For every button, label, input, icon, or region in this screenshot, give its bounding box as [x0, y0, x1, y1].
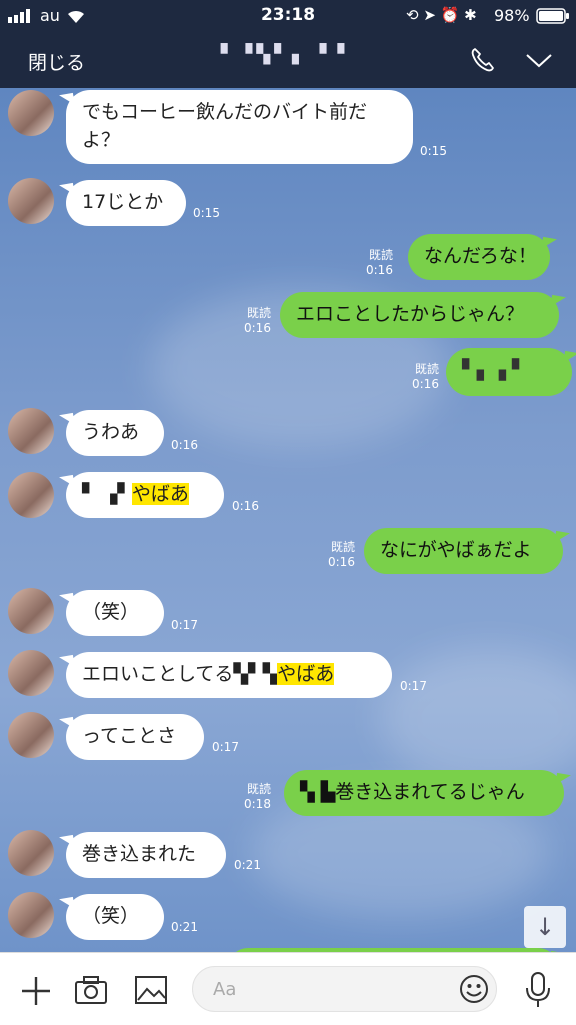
message-time: 0:15 — [420, 144, 447, 158]
message-bubble[interactable]: なにがやばぁだよ — [364, 528, 563, 574]
status-bar: au 23:18 ⟲ ➤ ⏰ ✱ 98% — [0, 0, 576, 32]
highlight-text: やばあ — [131, 483, 189, 505]
message-bubble[interactable]: エロことしたからじゃん？ — [280, 292, 559, 338]
highlight-text: やばあ — [277, 663, 335, 685]
message-bubble[interactable]: エロいことしてる▚▘▚やばあ — [66, 652, 392, 698]
avatar[interactable] — [8, 650, 54, 696]
input-bar: Aa — [0, 952, 576, 1025]
message-time: 0:16 — [171, 438, 198, 452]
message-input[interactable]: Aa — [192, 966, 497, 1012]
message-text: ▚ ▙ — [300, 781, 336, 803]
avatar[interactable] — [8, 830, 54, 876]
camera-icon[interactable] — [74, 975, 108, 1005]
chevron-down-icon[interactable] — [524, 50, 554, 70]
message-time: 0:21 — [234, 858, 261, 872]
message-time: 0:17 — [400, 679, 427, 693]
read-receipt: 既読 0:16 — [412, 362, 439, 391]
battery-percent: 98% — [494, 6, 530, 25]
message-bubble[interactable]: ▚ ▙巻き込まれてるじゃん — [284, 770, 564, 816]
plus-icon[interactable] — [20, 975, 52, 1007]
phone-icon[interactable] — [468, 46, 496, 74]
microphone-icon[interactable] — [524, 971, 552, 1009]
message-bubble[interactable]: でもコーヒー飲んだのバイト前だ よ？ — [66, 90, 413, 164]
message-text: エロいことしてる▚▘▚ — [82, 663, 278, 685]
message-bubble[interactable]: （笑） — [66, 894, 164, 940]
message-time: 0:21 — [171, 920, 198, 934]
avatar[interactable] — [8, 90, 54, 136]
message-bubble[interactable]: 17じとか — [66, 180, 186, 226]
arrow-down-icon[interactable]: ↓ — [524, 906, 566, 948]
input-placeholder: Aa — [213, 979, 237, 1000]
message-bubble[interactable]: （笑） — [66, 590, 164, 636]
message-bubble[interactable]: ってことさ — [66, 714, 204, 760]
message-text: ▘ ▗▘ — [82, 483, 132, 505]
read-receipt: 既読 0:18 — [244, 782, 271, 811]
image-icon[interactable] — [134, 975, 168, 1005]
emoji-icon[interactable] — [459, 974, 489, 1004]
status-icons: ⟲ ➤ ⏰ ✱ — [406, 6, 477, 24]
clock: 23:18 — [260, 5, 316, 25]
read-receipt: 既読 0:16 — [366, 248, 393, 277]
avatar[interactable] — [8, 178, 54, 224]
avatar[interactable] — [8, 408, 54, 454]
chat-header: 閉じる ▘▝▚▘▖ ▘▘ — [0, 32, 576, 88]
message-time: 0:16 — [232, 499, 259, 513]
avatar[interactable] — [8, 712, 54, 758]
message-bubble[interactable]: ▘▖▗ ▘ — [446, 348, 572, 396]
message-bubble[interactable]: 巻き込まれた — [66, 832, 226, 878]
message-bubble[interactable]: ▘ ▗▘やばあ — [66, 472, 224, 518]
message-bubble[interactable]: うわあ — [66, 410, 164, 456]
read-receipt: 既読 0:16 — [244, 306, 271, 335]
avatar[interactable] — [8, 588, 54, 634]
message-text: 巻き込まれてるじゃん — [335, 781, 525, 803]
message-time: 0:17 — [171, 618, 198, 632]
avatar[interactable] — [8, 472, 54, 518]
message-time: 0:15 — [193, 206, 220, 220]
read-receipt: 既読 0:16 — [328, 540, 355, 569]
message-bubble[interactable]: なんだろな！ — [408, 234, 550, 280]
avatar[interactable] — [8, 892, 54, 938]
message-time: 0:17 — [212, 740, 239, 754]
battery-icon — [536, 8, 569, 24]
message-list[interactable]: でもコーヒー飲んだのバイト前だ よ？ 0:15 17じとか 0:15 既読 0:1… — [0, 88, 576, 952]
